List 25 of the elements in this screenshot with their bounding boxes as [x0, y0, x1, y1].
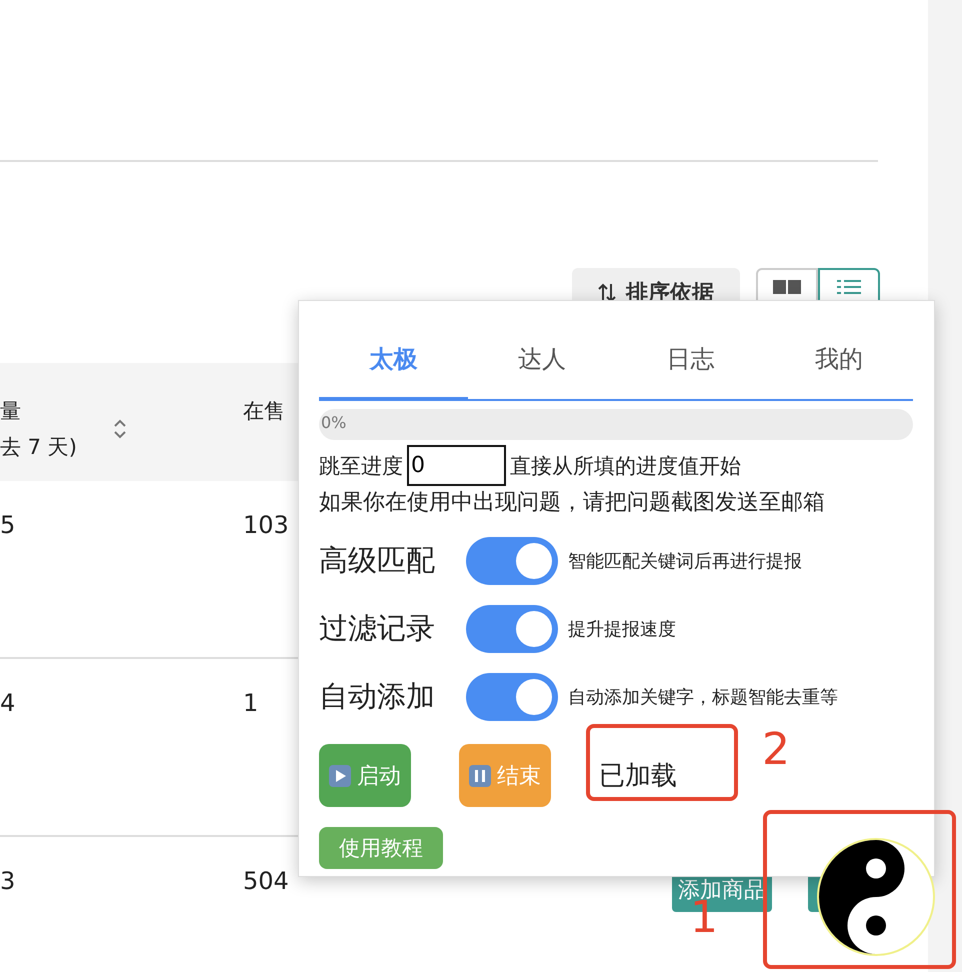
switch-description: 提升提报速度	[568, 618, 676, 641]
tab[interactable]: 达人	[468, 321, 616, 401]
table-cell: 1	[243, 689, 258, 717]
table-cell: 3	[0, 867, 16, 895]
table-cell: 4	[0, 689, 16, 717]
jump-label: 跳至进度	[319, 452, 403, 480]
switch-label: 自动添加	[319, 678, 436, 715]
switch-description: 智能匹配关键词后再进行提报	[568, 550, 802, 573]
annotation-number: 2	[762, 728, 790, 772]
table-cell: 103	[243, 511, 289, 539]
notice-text: 如果你在使用中出现问题，请把问题截图发送至邮箱	[319, 489, 826, 517]
tab[interactable]: 我的	[764, 321, 913, 401]
table-cell: 5	[0, 511, 16, 539]
column-header: 在售	[243, 398, 285, 425]
switch-description: 自动添加关键字，标题智能去重等	[568, 686, 838, 709]
status-text: 已加载	[599, 760, 677, 793]
switch-label: 高级匹配	[319, 542, 436, 579]
switch-label: 过滤记录	[319, 610, 436, 647]
progress-label: 0%	[321, 413, 346, 432]
tab[interactable]: 日志	[616, 321, 764, 401]
table-cell: 504	[243, 867, 289, 895]
column-header: 去 7 天)	[0, 434, 78, 461]
jump-hint: 直接从所填的进度值开始	[510, 452, 741, 480]
progress-input[interactable]: 0	[407, 445, 506, 486]
column-header: 量	[0, 398, 22, 425]
